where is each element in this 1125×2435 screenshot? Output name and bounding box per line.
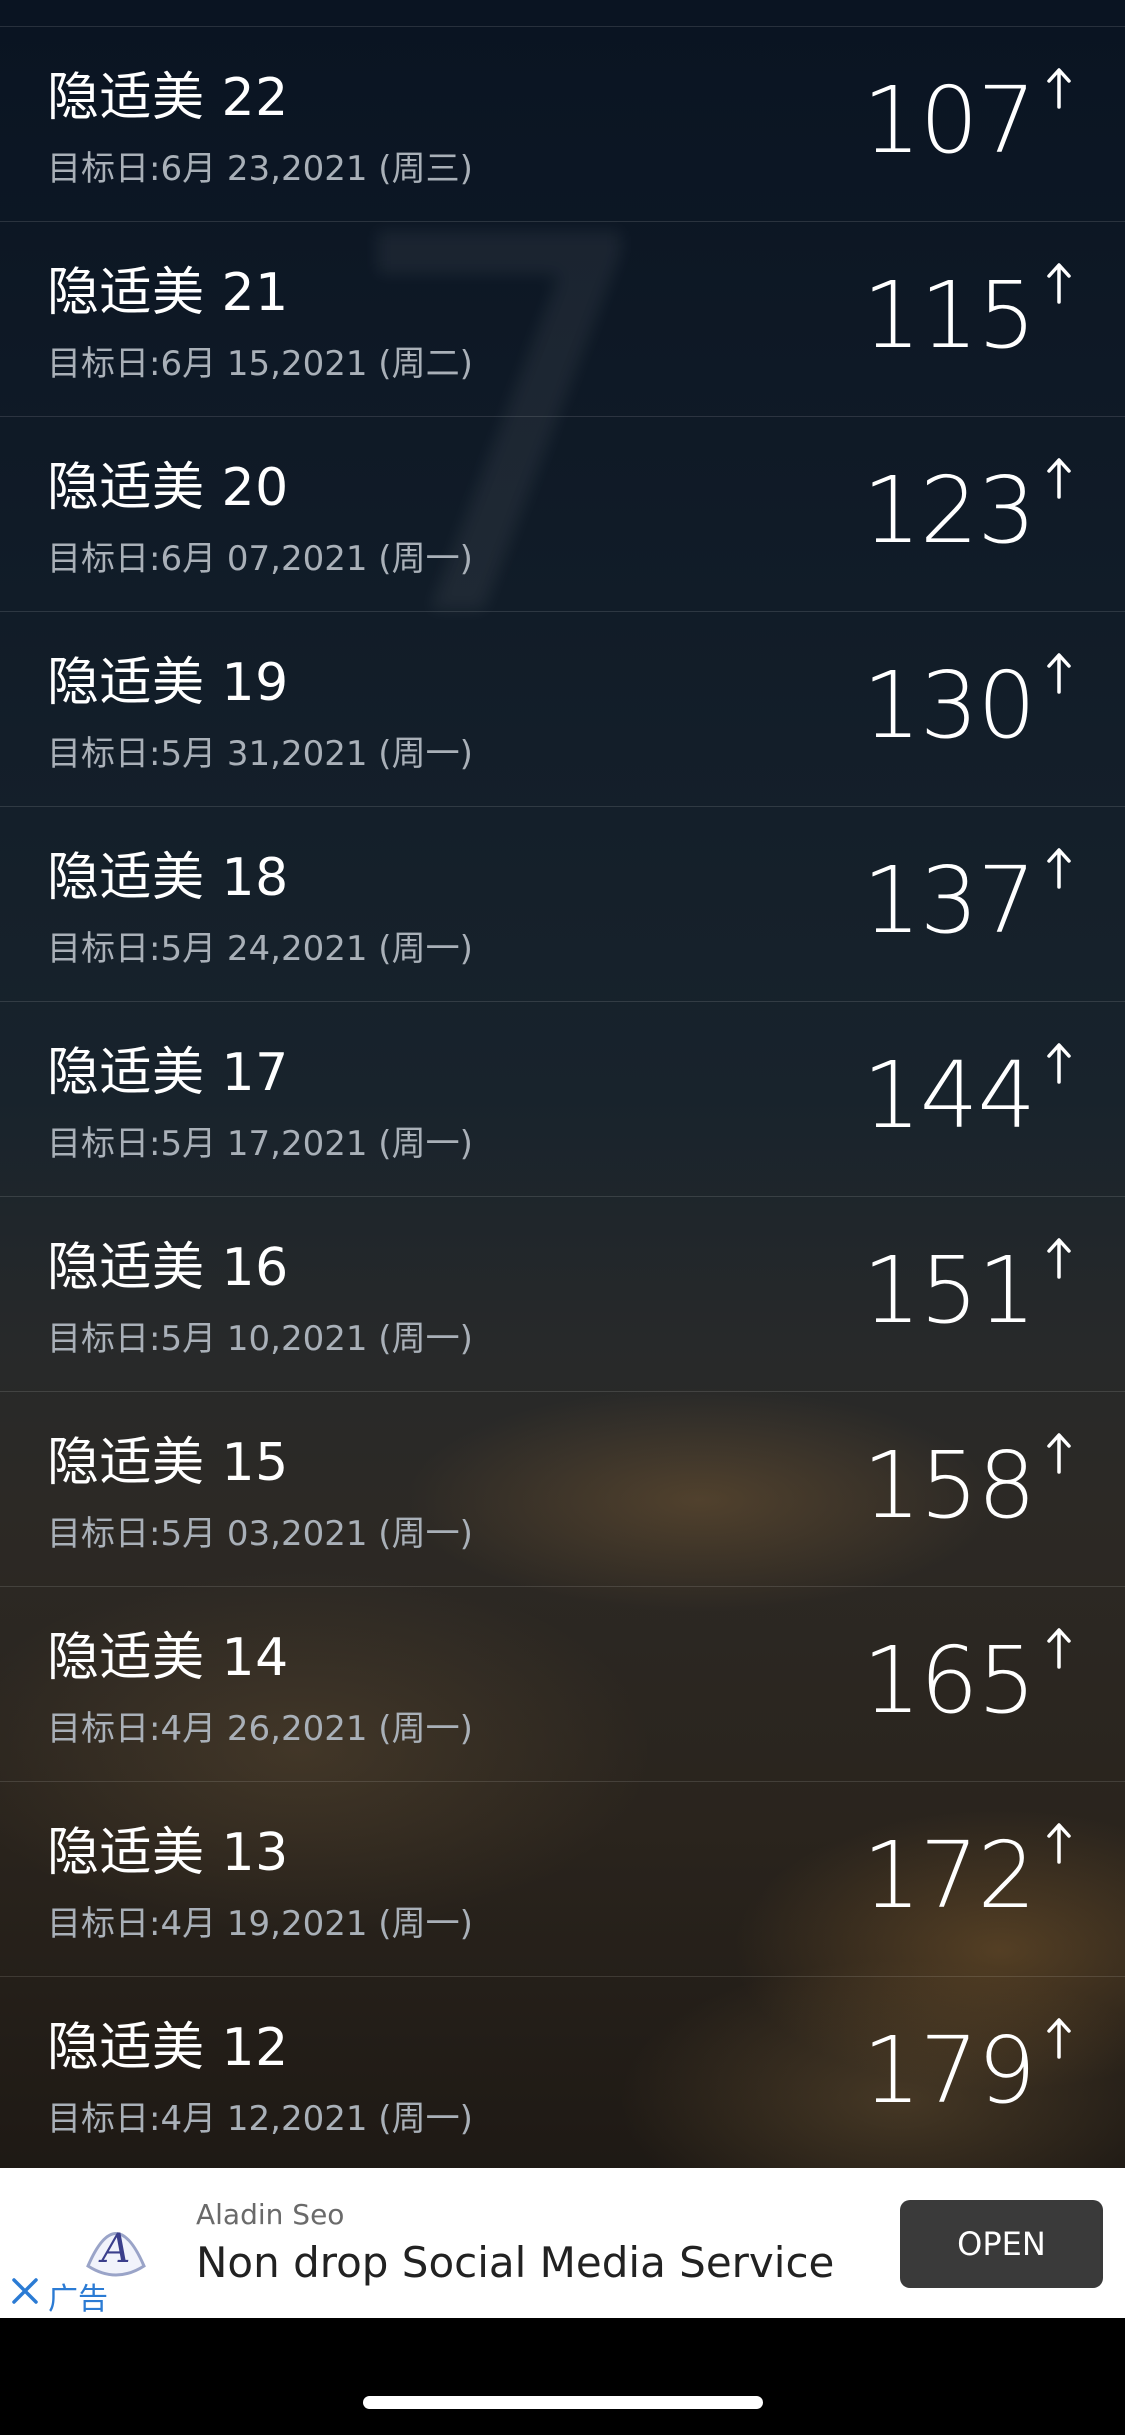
arrow-up-icon bbox=[1047, 263, 1071, 304]
arrow-up-icon bbox=[1047, 2018, 1071, 2059]
item-count: 172 bbox=[862, 1822, 1036, 1929]
item-target-date: 目标日:5月 31,2021 (周一) bbox=[47, 734, 473, 774]
item-count: 144 bbox=[862, 1042, 1036, 1149]
item-target-date: 目标日:4月 19,2021 (周一) bbox=[47, 1904, 473, 1944]
list-item[interactable]: 隐适美 13 目标日:4月 19,2021 (周一) 172 bbox=[0, 1782, 1125, 1977]
item-count: 107 bbox=[862, 67, 1036, 174]
list-item[interactable]: 隐适美 17 目标日:5月 17,2021 (周一) 144 bbox=[0, 1002, 1125, 1197]
item-target-date: 目标日:5月 10,2021 (周一) bbox=[47, 1319, 473, 1359]
item-count: 179 bbox=[862, 2017, 1036, 2124]
list-item[interactable]: 隐适美 19 目标日:5月 31,2021 (周一) 130 bbox=[0, 612, 1125, 807]
ad-banner[interactable]: A Aladin Seo Non drop Social Media Servi… bbox=[0, 2168, 1125, 2318]
item-name: 隐适美 16 bbox=[47, 1238, 289, 1298]
item-name: 隐适美 12 bbox=[47, 2018, 289, 2078]
arrow-up-icon bbox=[1047, 653, 1071, 694]
ad-label[interactable]: 广告 bbox=[48, 2274, 108, 2318]
arrow-up-icon bbox=[1047, 458, 1071, 499]
arrow-up-icon bbox=[1047, 848, 1071, 889]
item-name: 隐适美 19 bbox=[47, 653, 289, 713]
arrow-up-icon bbox=[1047, 1043, 1071, 1084]
item-count: 165 bbox=[862, 1627, 1036, 1734]
list-item[interactable]: 隐适美 16 目标日:5月 10,2021 (周一) 151 bbox=[0, 1197, 1125, 1392]
list-item[interactable]: 隐适美 15 目标日:5月 03,2021 (周一) 158 bbox=[0, 1392, 1125, 1587]
item-name: 隐适美 13 bbox=[47, 1823, 289, 1883]
item-target-date: 目标日:5月 17,2021 (周一) bbox=[47, 1124, 473, 1164]
close-icon[interactable] bbox=[10, 2276, 40, 2306]
arrow-up-icon bbox=[1047, 1628, 1071, 1669]
ad-open-button[interactable]: OPEN bbox=[900, 2200, 1103, 2288]
bottom-safe-area bbox=[0, 2318, 1125, 2435]
list-item[interactable]: 隐适美 22 目标日:6月 23,2021 (周三) 107 bbox=[0, 27, 1125, 222]
item-name: 隐适美 18 bbox=[47, 848, 289, 908]
item-count: 158 bbox=[862, 1432, 1036, 1539]
item-name: 隐适美 15 bbox=[47, 1433, 289, 1493]
item-count: 130 bbox=[862, 652, 1036, 759]
ad-title[interactable]: Non drop Social Media Service bbox=[196, 2238, 834, 2287]
item-count: 115 bbox=[862, 262, 1036, 369]
list-item[interactable]: 隐适美 14 目标日:4月 26,2021 (周一) 165 bbox=[0, 1587, 1125, 1782]
item-name: 隐适美 22 bbox=[47, 68, 289, 128]
list-item[interactable]: 隐适美 21 目标日:6月 15,2021 (周二) 115 bbox=[0, 222, 1125, 417]
list-item[interactable]: 隐适美 12 目标日:4月 12,2021 (周一) 179 bbox=[0, 1977, 1125, 2172]
item-target-date: 目标日:5月 03,2021 (周一) bbox=[47, 1514, 473, 1554]
arrow-up-icon bbox=[1047, 1823, 1071, 1864]
list-item[interactable]: 隐适美 18 目标日:5月 24,2021 (周一) 137 bbox=[0, 807, 1125, 1002]
home-indicator[interactable] bbox=[363, 2396, 763, 2409]
item-target-date: 目标日:4月 26,2021 (周一) bbox=[47, 1709, 473, 1749]
item-name: 隐适美 14 bbox=[47, 1628, 289, 1688]
arrow-up-icon bbox=[1047, 68, 1071, 109]
item-count: 123 bbox=[862, 457, 1036, 564]
item-name: 隐适美 21 bbox=[47, 263, 289, 323]
countdown-list: 隐适美 22 目标日:6月 23,2021 (周三) 107 隐适美 21 目标日:6月… bbox=[0, 27, 1125, 2172]
item-target-date: 目标日:4月 12,2021 (周一) bbox=[47, 2099, 473, 2139]
item-target-date: 目标日:6月 07,2021 (周一) bbox=[47, 539, 473, 579]
arrow-up-icon bbox=[1047, 1238, 1071, 1279]
svg-text:A: A bbox=[98, 2226, 131, 2272]
item-target-date: 目标日:6月 15,2021 (周二) bbox=[47, 344, 473, 384]
item-name: 隐适美 17 bbox=[47, 1043, 289, 1103]
list-item[interactable]: 隐适美 20 目标日:6月 07,2021 (周一) 123 bbox=[0, 417, 1125, 612]
item-target-date: 目标日:5月 24,2021 (周一) bbox=[47, 929, 473, 969]
arrow-up-icon bbox=[1047, 1433, 1071, 1474]
item-name: 隐适美 20 bbox=[47, 458, 289, 518]
item-target-date: 目标日:6月 23,2021 (周三) bbox=[47, 149, 473, 189]
item-count: 137 bbox=[862, 847, 1036, 954]
item-count: 151 bbox=[862, 1237, 1036, 1344]
ad-source: Aladin Seo bbox=[196, 2198, 345, 2231]
